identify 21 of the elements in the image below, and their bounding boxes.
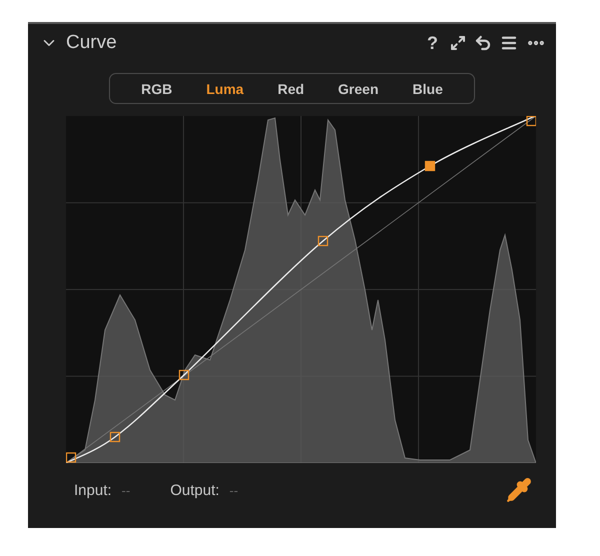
help-icon[interactable]: ? — [423, 32, 442, 54]
expand-icon[interactable] — [450, 35, 466, 51]
readout-value: -- — [122, 482, 130, 498]
channel-tab[interactable]: Red — [260, 80, 322, 96]
menu-icon[interactable] — [500, 34, 518, 52]
control-point[interactable] — [526, 116, 536, 126]
readout-value: -- — [229, 482, 238, 498]
panel-title: Curve — [66, 32, 117, 54]
readout-label: Input: — [74, 482, 112, 498]
channel-tab[interactable]: RGB — [124, 80, 190, 96]
channel-tab[interactable]: Luma — [189, 80, 261, 96]
channel-tab[interactable]: Green — [321, 80, 396, 96]
control-point[interactable] — [178, 370, 190, 380]
control-point[interactable] — [318, 236, 328, 246]
control-point[interactable] — [66, 452, 76, 463]
undo-icon[interactable] — [474, 34, 492, 52]
readout-label: Output: — [170, 482, 220, 498]
channel-tab[interactable]: Blue — [396, 80, 460, 96]
control-point[interactable] — [424, 160, 436, 172]
eyedropper-icon[interactable] — [506, 477, 532, 503]
control-point[interactable] — [110, 432, 120, 442]
